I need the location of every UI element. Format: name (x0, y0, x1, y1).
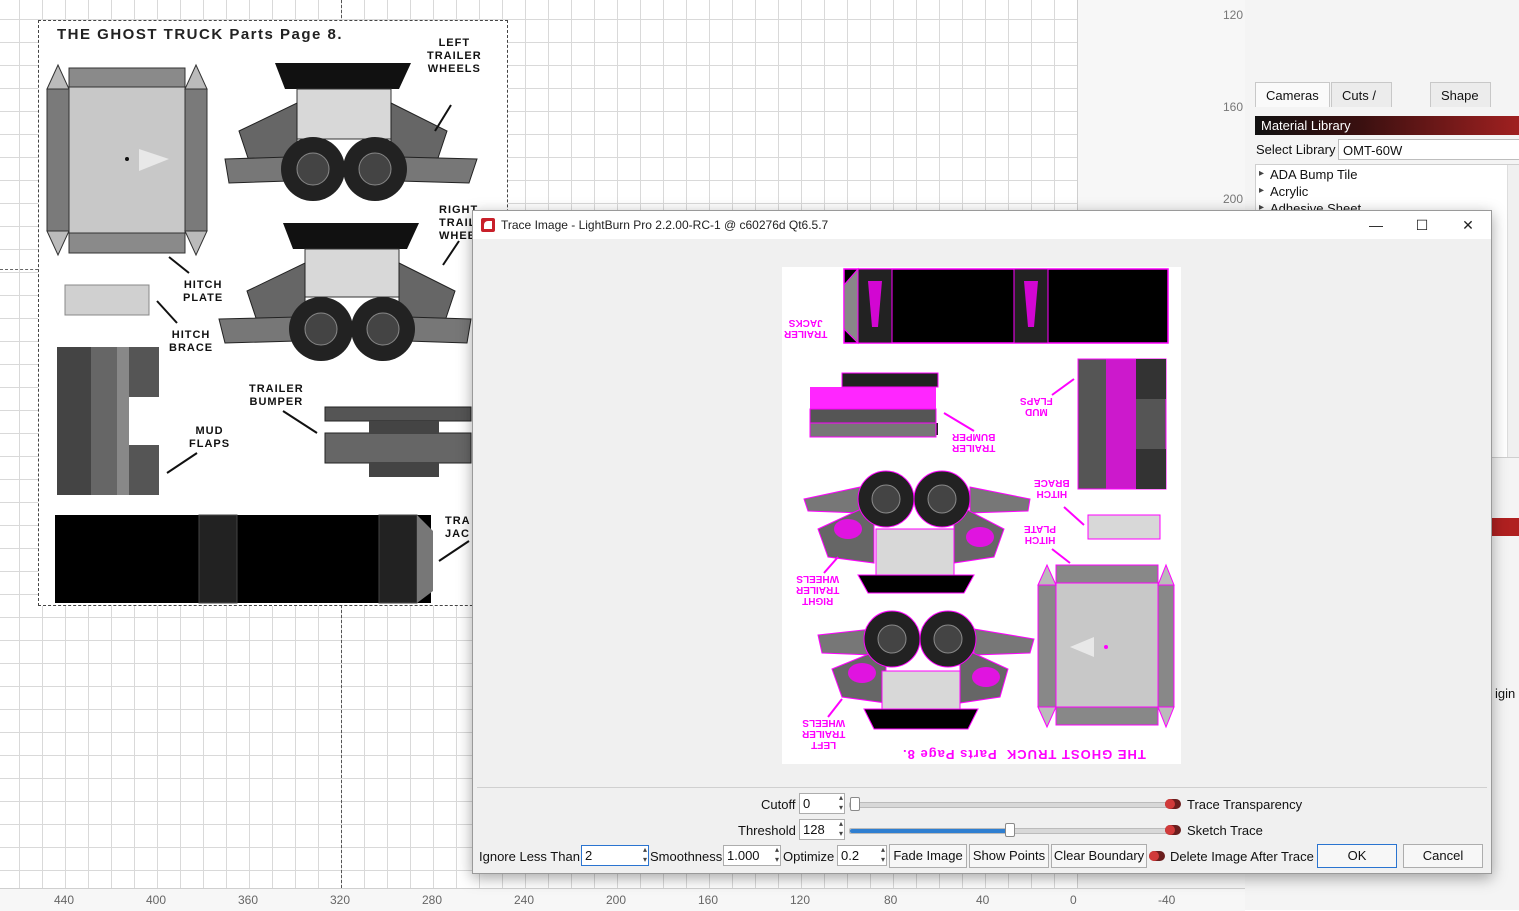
material-library-header: Material Library (1255, 116, 1519, 135)
ruler-tick: 400 (146, 893, 167, 907)
list-item[interactable]: Acrylic (1259, 184, 1308, 199)
ruler-tick: 0 (1070, 893, 1077, 907)
smoothness-label: Smoothness (650, 849, 723, 864)
ignore-less-than-input[interactable]: 2 (581, 845, 649, 866)
ruler-tick: 280 (422, 893, 443, 907)
ruler-tick: 200 (606, 893, 627, 907)
threshold-label: Threshold (738, 823, 796, 838)
label-trailer-jacks: TRA JAC (445, 515, 471, 540)
controls-separator (477, 787, 1487, 788)
preview-label-right-trailer-wheels: RIGHT TRAILER WHEELS (796, 573, 840, 606)
ruler-tick: 120 (790, 893, 811, 907)
ruler-tick: 200 (1222, 192, 1243, 206)
label-left-trailer-wheels: LEFT TRAILER WHEELS (427, 37, 482, 75)
select-library-label: Select Library (1256, 142, 1336, 157)
delete-image-after-trace-toggle[interactable] (1149, 851, 1165, 861)
ruler-horizontal: 440 400 360 320 280 240 200 160 120 80 4… (0, 888, 1245, 911)
cutoff-slider[interactable] (849, 797, 1171, 811)
preview-title: THE GHOST TRUCK Parts Page 8. (902, 747, 1146, 762)
cutoff-label: Cutoff (761, 797, 796, 812)
optimize-label: Optimize (783, 849, 835, 864)
dialog-title: Trace Image - LightBurn Pro 2.2.00-RC-1 … (501, 218, 829, 232)
sketch-trace-toggle[interactable] (1165, 825, 1181, 835)
cutoff-slider-handle[interactable] (850, 797, 860, 811)
select-library-dropdown[interactable]: OMT-60W (1338, 139, 1519, 160)
preview-label-hitch-plate: HITCH PLATE (1024, 523, 1057, 545)
ok-button[interactable]: OK (1317, 844, 1397, 868)
ruler-tick: 440 (54, 893, 75, 907)
smoothness-input[interactable]: 1.000 (723, 845, 781, 866)
ruler-tick: 40 (976, 893, 990, 907)
ruler-tick: 320 (330, 893, 351, 907)
parts-page-image[interactable]: THE GHOST TRUCK Parts Page 8. LEFT TRAIL… (38, 20, 508, 606)
optimize-input[interactable]: 0.2 (837, 845, 887, 866)
threshold-slider-fill (850, 829, 1010, 833)
library-scrollbar[interactable] (1507, 165, 1519, 457)
close-button[interactable]: ✕ (1445, 211, 1491, 239)
show-points-button[interactable]: Show Points (969, 844, 1049, 868)
tab-cameras[interactable]: Cameras (1255, 82, 1330, 107)
minimize-button[interactable]: — (1353, 211, 1399, 239)
ruler-tick: 80 (884, 893, 898, 907)
cancel-button[interactable]: Cancel (1403, 844, 1483, 868)
ruler-tick: -40 (1158, 893, 1176, 907)
label-mud-flaps: MUD FLAPS (189, 425, 231, 450)
ruler-tick: 360 (238, 893, 259, 907)
ruler-tick: 240 (514, 893, 535, 907)
trace-transparency-toggle[interactable] (1165, 799, 1181, 809)
trace-preview[interactable]: THE GHOST TRUCK Parts Page 8. TRAILER JA… (782, 267, 1181, 764)
sketch-trace-label: Sketch Trace (1187, 823, 1263, 838)
ruler-tick: 160 (698, 893, 719, 907)
parts-artwork (46, 63, 478, 604)
dialog-titlebar[interactable]: Trace Image - LightBurn Pro 2.2.00-RC-1 … (473, 211, 1491, 239)
cutoff-input[interactable]: 0 (799, 793, 845, 814)
ignore-less-than-label: Ignore Less Than (479, 849, 580, 864)
threshold-slider-handle[interactable] (1005, 823, 1015, 837)
label-trailer-bumper: TRAILER BUMPER (249, 383, 304, 408)
label-hitch-plate: HITCH PLATE (183, 279, 224, 304)
delete-image-after-trace-label: Delete Image After Trace (1170, 849, 1314, 864)
lightburn-app-icon (481, 218, 495, 232)
trace-image-dialog: Trace Image - LightBurn Pro 2.2.00-RC-1 … (472, 210, 1492, 874)
tab-shape-properties[interactable]: Shape Proper (1430, 82, 1492, 129)
trace-transparency-label: Trace Transparency (1187, 797, 1303, 812)
list-item[interactable]: ADA Bump Tile (1259, 167, 1357, 182)
label-hitch-brace: HITCH BRACE (169, 329, 214, 354)
threshold-slider[interactable] (849, 823, 1171, 837)
trace-preview-artwork (803, 267, 1175, 730)
preview-label-mud-flaps: MUD FLAPS (1020, 395, 1053, 417)
maximize-button[interactable]: ☐ (1399, 211, 1445, 239)
ruler-tick: 160 (1222, 100, 1243, 114)
clear-boundary-button[interactable]: Clear Boundary (1051, 844, 1147, 868)
tab-cuts-layers[interactable]: Cuts / Layers (1331, 82, 1393, 129)
preview-label-trailer-jacks: TRAILER JACKS (784, 317, 828, 339)
fade-image-button[interactable]: Fade Image (889, 844, 967, 868)
threshold-input[interactable]: 128 (799, 819, 845, 840)
preview-label-trailer-bumper: TRAILER BUMPER (952, 431, 996, 453)
preview-label-hitch-brace: HITCH BRACE (1034, 477, 1070, 499)
ruler-tick: 120 (1222, 8, 1243, 22)
preview-label-left-trailer-wheels: LEFT TRAILER WHEELS (802, 717, 846, 750)
partial-origin-label: igin (1495, 686, 1516, 701)
panel-header-strip (1490, 518, 1519, 536)
